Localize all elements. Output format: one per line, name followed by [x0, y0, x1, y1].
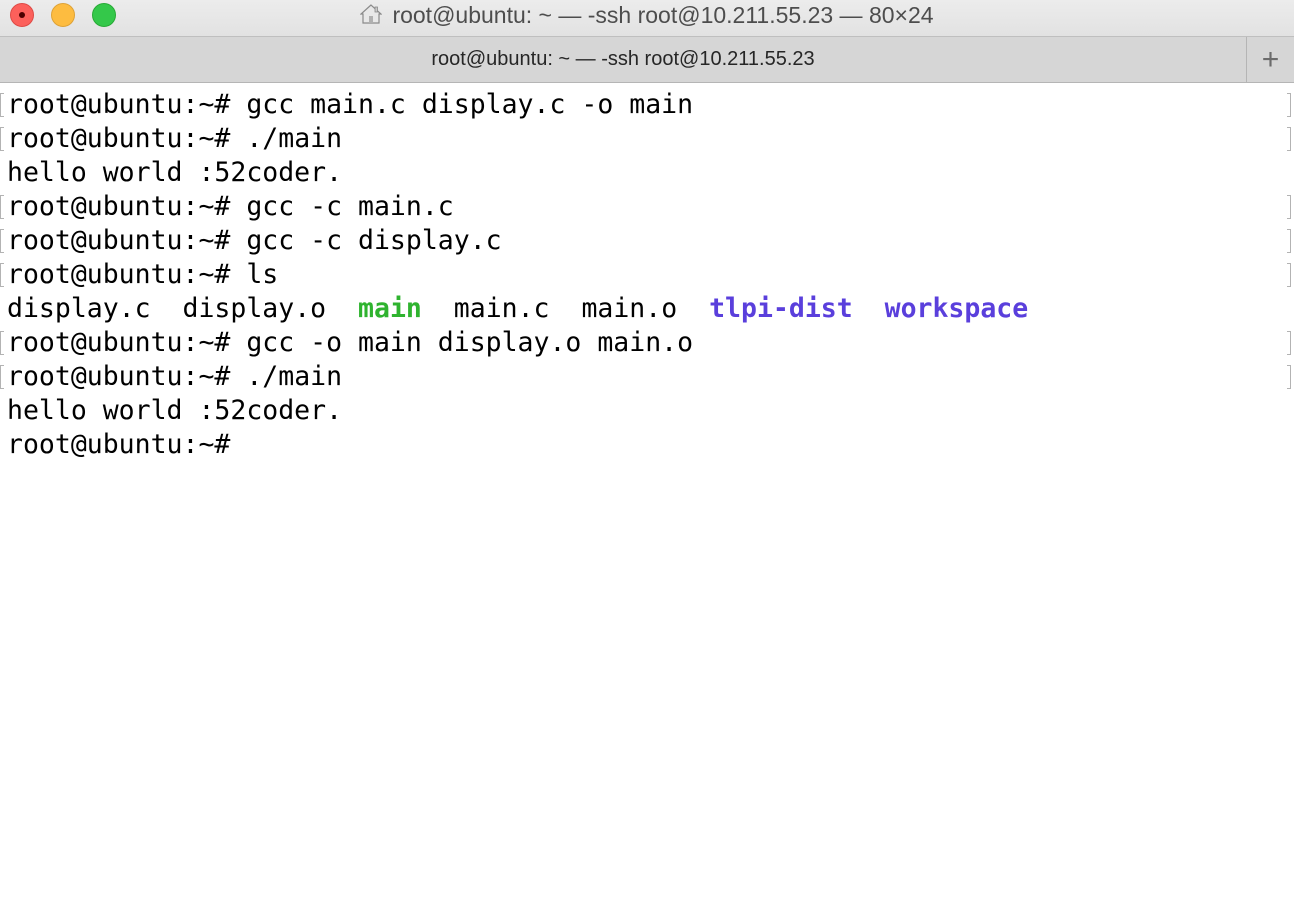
shell-prompt: root@ubuntu:~# — [7, 89, 231, 120]
shell-prompt: root@ubuntu:~# — [7, 429, 231, 460]
shell-prompt: root@ubuntu:~# — [7, 259, 231, 290]
output-line: hello world :52coder. — [7, 157, 343, 188]
prompt-mark-right — [1287, 263, 1291, 287]
ls-separator — [422, 293, 454, 324]
prompt-mark-left — [0, 93, 4, 117]
command-line: root@ubuntu:~# gcc main.c display.c -o m… — [7, 88, 693, 122]
prompt-mark-left — [0, 331, 4, 355]
terminal-window: root@ubuntu: ~ — -ssh root@10.211.55.23 … — [0, 0, 1294, 908]
prompt-mark-left — [0, 195, 4, 219]
ls-entry-directory: workspace — [884, 293, 1029, 324]
ls-entry-file: display.c — [7, 293, 151, 324]
ls-separator — [326, 293, 358, 324]
command-text: gcc -c display.c — [230, 225, 502, 256]
command-line: root@ubuntu:~# gcc -o main display.o mai… — [7, 326, 693, 360]
shell-prompt: root@ubuntu:~# — [7, 327, 231, 358]
prompt-mark-right — [1287, 195, 1291, 219]
shell-prompt: root@ubuntu:~# — [7, 225, 231, 256]
window-title: root@ubuntu: ~ — -ssh root@10.211.55.23 … — [392, 1, 934, 28]
command-text: ./main — [230, 361, 343, 392]
command-text: gcc main.c display.c -o main — [230, 89, 694, 120]
tab-label: root@ubuntu: ~ — -ssh root@10.211.55.23 — [431, 48, 815, 70]
ls-entry-file: main.o — [581, 293, 678, 324]
command-text: ./main — [230, 123, 343, 154]
prompt-mark-right — [1287, 229, 1291, 253]
prompt-mark-left — [0, 127, 4, 151]
ls-entry-executable: main — [358, 293, 422, 324]
shell-prompt: root@ubuntu:~# — [7, 123, 231, 154]
ls-separator — [550, 293, 582, 324]
ls-separator — [853, 293, 885, 324]
terminal-content[interactable]: root@ubuntu:~# gcc main.c display.c -o m… — [0, 84, 1294, 908]
command-line: root@ubuntu:~# gcc -c display.c — [7, 224, 502, 258]
prompt-mark-right — [1287, 93, 1291, 117]
command-text: gcc -o main display.o main.o — [230, 327, 694, 358]
prompt-mark-right — [1287, 331, 1291, 355]
ls-entry-directory: tlpi-dist — [709, 293, 853, 324]
tab-ssh-session[interactable]: root@ubuntu: ~ — -ssh root@10.211.55.23 — [0, 37, 1246, 82]
ls-output-line: display.c display.o main main.c main.o t… — [7, 292, 1028, 326]
title-bar[interactable]: root@ubuntu: ~ — -ssh root@10.211.55.23 … — [0, 0, 1294, 36]
current-prompt-line: root@ubuntu:~# — [7, 428, 246, 462]
ls-entry-file: display.o — [182, 293, 327, 324]
prompt-mark-left — [0, 365, 4, 389]
new-tab-button[interactable]: + — [1246, 37, 1294, 82]
prompt-mark-right — [1287, 365, 1291, 389]
window-title-area: root@ubuntu: ~ — -ssh root@10.211.55.23 … — [0, 0, 1294, 30]
ls-entry-file: main.c — [453, 293, 550, 324]
command-line: root@ubuntu:~# ls — [7, 258, 278, 292]
command-line: root@ubuntu:~# ./main — [7, 360, 342, 394]
tab-bar: root@ubuntu: ~ — -ssh root@10.211.55.23 … — [0, 36, 1294, 83]
text-cursor — [230, 428, 246, 462]
command-text: ls — [230, 259, 279, 290]
ls-separator — [151, 293, 183, 324]
command-line: root@ubuntu:~# ./main — [7, 122, 342, 156]
output-line: hello world :52coder. — [7, 395, 343, 426]
prompt-mark-right — [1287, 127, 1291, 151]
prompt-mark-left — [0, 229, 4, 253]
ls-separator — [677, 293, 709, 324]
command-text: gcc -c main.c — [230, 191, 454, 222]
plus-icon: + — [1261, 42, 1280, 76]
home-icon — [359, 3, 384, 30]
command-line: root@ubuntu:~# gcc -c main.c — [7, 190, 454, 224]
shell-prompt: root@ubuntu:~# — [7, 361, 231, 392]
shell-prompt: root@ubuntu:~# — [7, 191, 231, 222]
prompt-mark-left — [0, 263, 4, 287]
